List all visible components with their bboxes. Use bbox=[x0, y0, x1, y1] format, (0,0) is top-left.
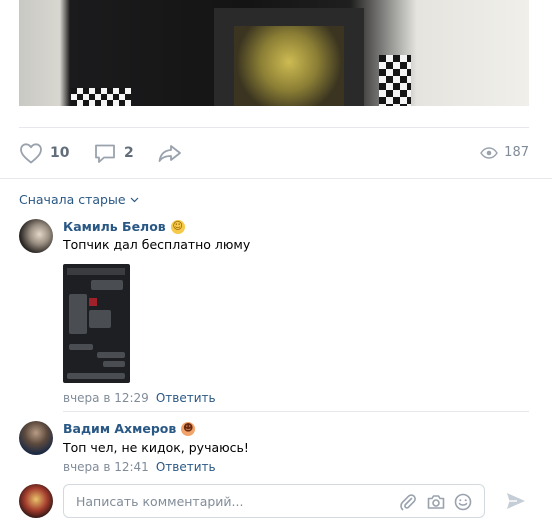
comment-author[interactable]: Вадим Ахмеров ☻ bbox=[63, 421, 196, 436]
comment-meta: вчера в 12:29 Ответить bbox=[63, 391, 216, 405]
comment-icon bbox=[95, 144, 115, 163]
attachment-redaction bbox=[89, 298, 97, 306]
chevron-down-icon bbox=[130, 197, 138, 202]
photo-print bbox=[234, 26, 344, 106]
comment-text: Топ чел, не кидок, ручаюсь! bbox=[63, 440, 249, 455]
sort-label: Сначала старые bbox=[19, 192, 126, 207]
divider bbox=[63, 411, 529, 412]
sort-dropdown[interactable]: Сначала старые bbox=[19, 192, 139, 207]
eye-icon bbox=[480, 146, 498, 159]
attachment-bubble bbox=[103, 361, 125, 367]
comment-text: Топчик дал бесплатно люму bbox=[63, 237, 251, 252]
comment-button[interactable]: 2 bbox=[93, 141, 134, 165]
share-icon bbox=[158, 145, 181, 162]
attachment-bubble bbox=[89, 310, 111, 328]
author-name: Вадим Ахмеров bbox=[63, 421, 177, 436]
attachment-bubble bbox=[91, 280, 123, 290]
author-name: Камиль Белов bbox=[63, 219, 166, 234]
reply-button[interactable]: Ответить bbox=[156, 391, 216, 405]
photo-checkered-sleeve bbox=[379, 55, 411, 106]
comment-input[interactable] bbox=[64, 485, 394, 517]
views-count: 187 bbox=[504, 145, 529, 160]
send-icon[interactable] bbox=[505, 490, 527, 512]
attachment-bubble bbox=[97, 352, 125, 358]
attachment-header bbox=[67, 268, 125, 275]
attachment-input bbox=[67, 373, 125, 379]
comment-attachment-image[interactable] bbox=[63, 264, 130, 383]
comment-time[interactable]: вчера в 12:41 bbox=[63, 460, 149, 474]
face-emoji-icon: ☻ bbox=[181, 421, 196, 436]
heart-icon bbox=[20, 143, 42, 164]
comment-time[interactable]: вчера в 12:29 bbox=[63, 391, 149, 405]
current-user-avatar bbox=[19, 484, 53, 518]
attachment-bubble bbox=[69, 344, 93, 350]
comment-author[interactable]: Камиль Белов ☺ bbox=[63, 219, 185, 234]
avatar[interactable] bbox=[19, 219, 53, 253]
emoji-icon[interactable] bbox=[453, 492, 473, 512]
like-button[interactable]: 10 bbox=[19, 141, 69, 165]
photo-checkered-cuff bbox=[71, 88, 131, 106]
attachment-bubble bbox=[69, 294, 87, 334]
smile-emoji-icon: ☺ bbox=[170, 219, 185, 234]
comment-composer[interactable] bbox=[63, 484, 485, 518]
post-photo[interactable] bbox=[19, 0, 529, 106]
reply-button[interactable]: Ответить bbox=[156, 460, 216, 474]
avatar[interactable] bbox=[19, 421, 53, 455]
paperclip-icon[interactable] bbox=[398, 492, 418, 512]
share-button[interactable] bbox=[157, 141, 183, 165]
like-count: 10 bbox=[50, 145, 70, 161]
divider bbox=[0, 178, 552, 179]
comment-meta: вчера в 12:41 Ответить bbox=[63, 460, 216, 474]
divider bbox=[19, 127, 529, 128]
comment-count: 2 bbox=[124, 145, 134, 161]
views-counter: 187 bbox=[480, 145, 529, 160]
camera-icon[interactable] bbox=[426, 492, 446, 512]
